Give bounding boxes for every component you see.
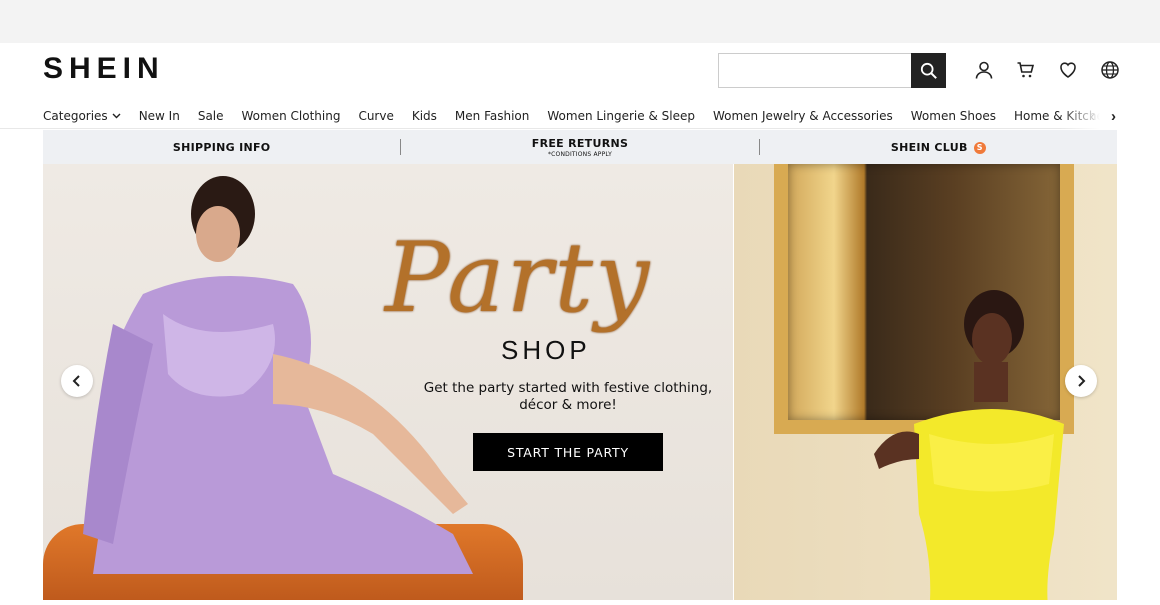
main-nav: Categories New In Sale Women Clothing Cu… — [43, 103, 1160, 129]
cart-icon[interactable] — [1014, 58, 1038, 82]
nav-prev-icon[interactable]: ‹ — [1090, 108, 1095, 125]
globe-icon[interactable] — [1098, 58, 1122, 82]
nav-item-curve[interactable]: Curve — [358, 109, 393, 123]
shein-club-link[interactable]: SHEIN CLUB S — [760, 141, 1117, 154]
chevron-right-icon — [1078, 375, 1086, 387]
free-returns-link[interactable]: FREE RETURNS *CONDITIONS APPLY — [401, 137, 758, 158]
nav-categories-label: Categories — [43, 109, 108, 123]
chevron-down-icon — [112, 113, 121, 119]
nav-item-women-clothing[interactable]: Women Clothing — [242, 109, 341, 123]
header-icons — [972, 58, 1122, 82]
conditions-note: *CONDITIONS APPLY — [547, 150, 613, 158]
search-icon — [920, 62, 937, 79]
banner-next-button[interactable] — [1065, 365, 1097, 397]
nav-scroll-arrows: ‹ › — [1060, 103, 1160, 129]
banner-prev-button[interactable] — [61, 365, 93, 397]
nav-item-lingerie-sleep[interactable]: Women Lingerie & Sleep — [547, 109, 695, 123]
model-yellow-dress-image — [874, 290, 1064, 600]
shipping-info-bar: SHIPPING INFO FREE RETURNS *CONDITIONS A… — [43, 130, 1117, 164]
club-badge-icon: S — [973, 141, 986, 154]
nav-item-sale[interactable]: Sale — [198, 109, 224, 123]
hero-banner[interactable]: Party SHOP Get the party started with fe… — [43, 164, 1117, 600]
banner-tagline: Get the party started with festive cloth… — [423, 380, 713, 413]
nav-item-men-fashion[interactable]: Men Fashion — [455, 109, 529, 123]
shein-logo[interactable]: SHEIN — [43, 52, 165, 86]
search-button[interactable] — [911, 53, 946, 88]
nav-item-women-shoes[interactable]: Women Shoes — [911, 109, 996, 123]
hero-left-panel: Party SHOP Get the party started with fe… — [43, 164, 733, 600]
chevron-left-icon — [72, 375, 80, 387]
top-strip — [0, 0, 1160, 43]
party-script-title: Party — [385, 222, 652, 334]
heart-icon[interactable] — [1056, 58, 1080, 82]
shipping-info-link[interactable]: SHIPPING INFO — [43, 141, 400, 154]
nav-item-kids[interactable]: Kids — [412, 109, 437, 123]
shop-title: SHOP — [501, 335, 591, 365]
nav-item-jewelry-accessories[interactable]: Women Jewelry & Accessories — [713, 109, 893, 123]
nav-categories[interactable]: Categories — [43, 109, 121, 123]
user-icon[interactable] — [972, 58, 996, 82]
site-header: SHEIN Categories New In Sale Women Cloth… — [0, 43, 1160, 129]
free-returns-label: FREE RETURNS — [531, 136, 629, 150]
hero-right-panel — [734, 164, 1117, 600]
shein-club-label: SHEIN CLUB — [890, 140, 968, 154]
search-bar — [718, 53, 946, 88]
nav-next-icon[interactable]: › — [1111, 108, 1116, 125]
start-party-button[interactable]: START THE PARTY — [473, 433, 663, 471]
search-input[interactable] — [719, 54, 911, 87]
nav-item-new-in[interactable]: New In — [139, 109, 180, 123]
